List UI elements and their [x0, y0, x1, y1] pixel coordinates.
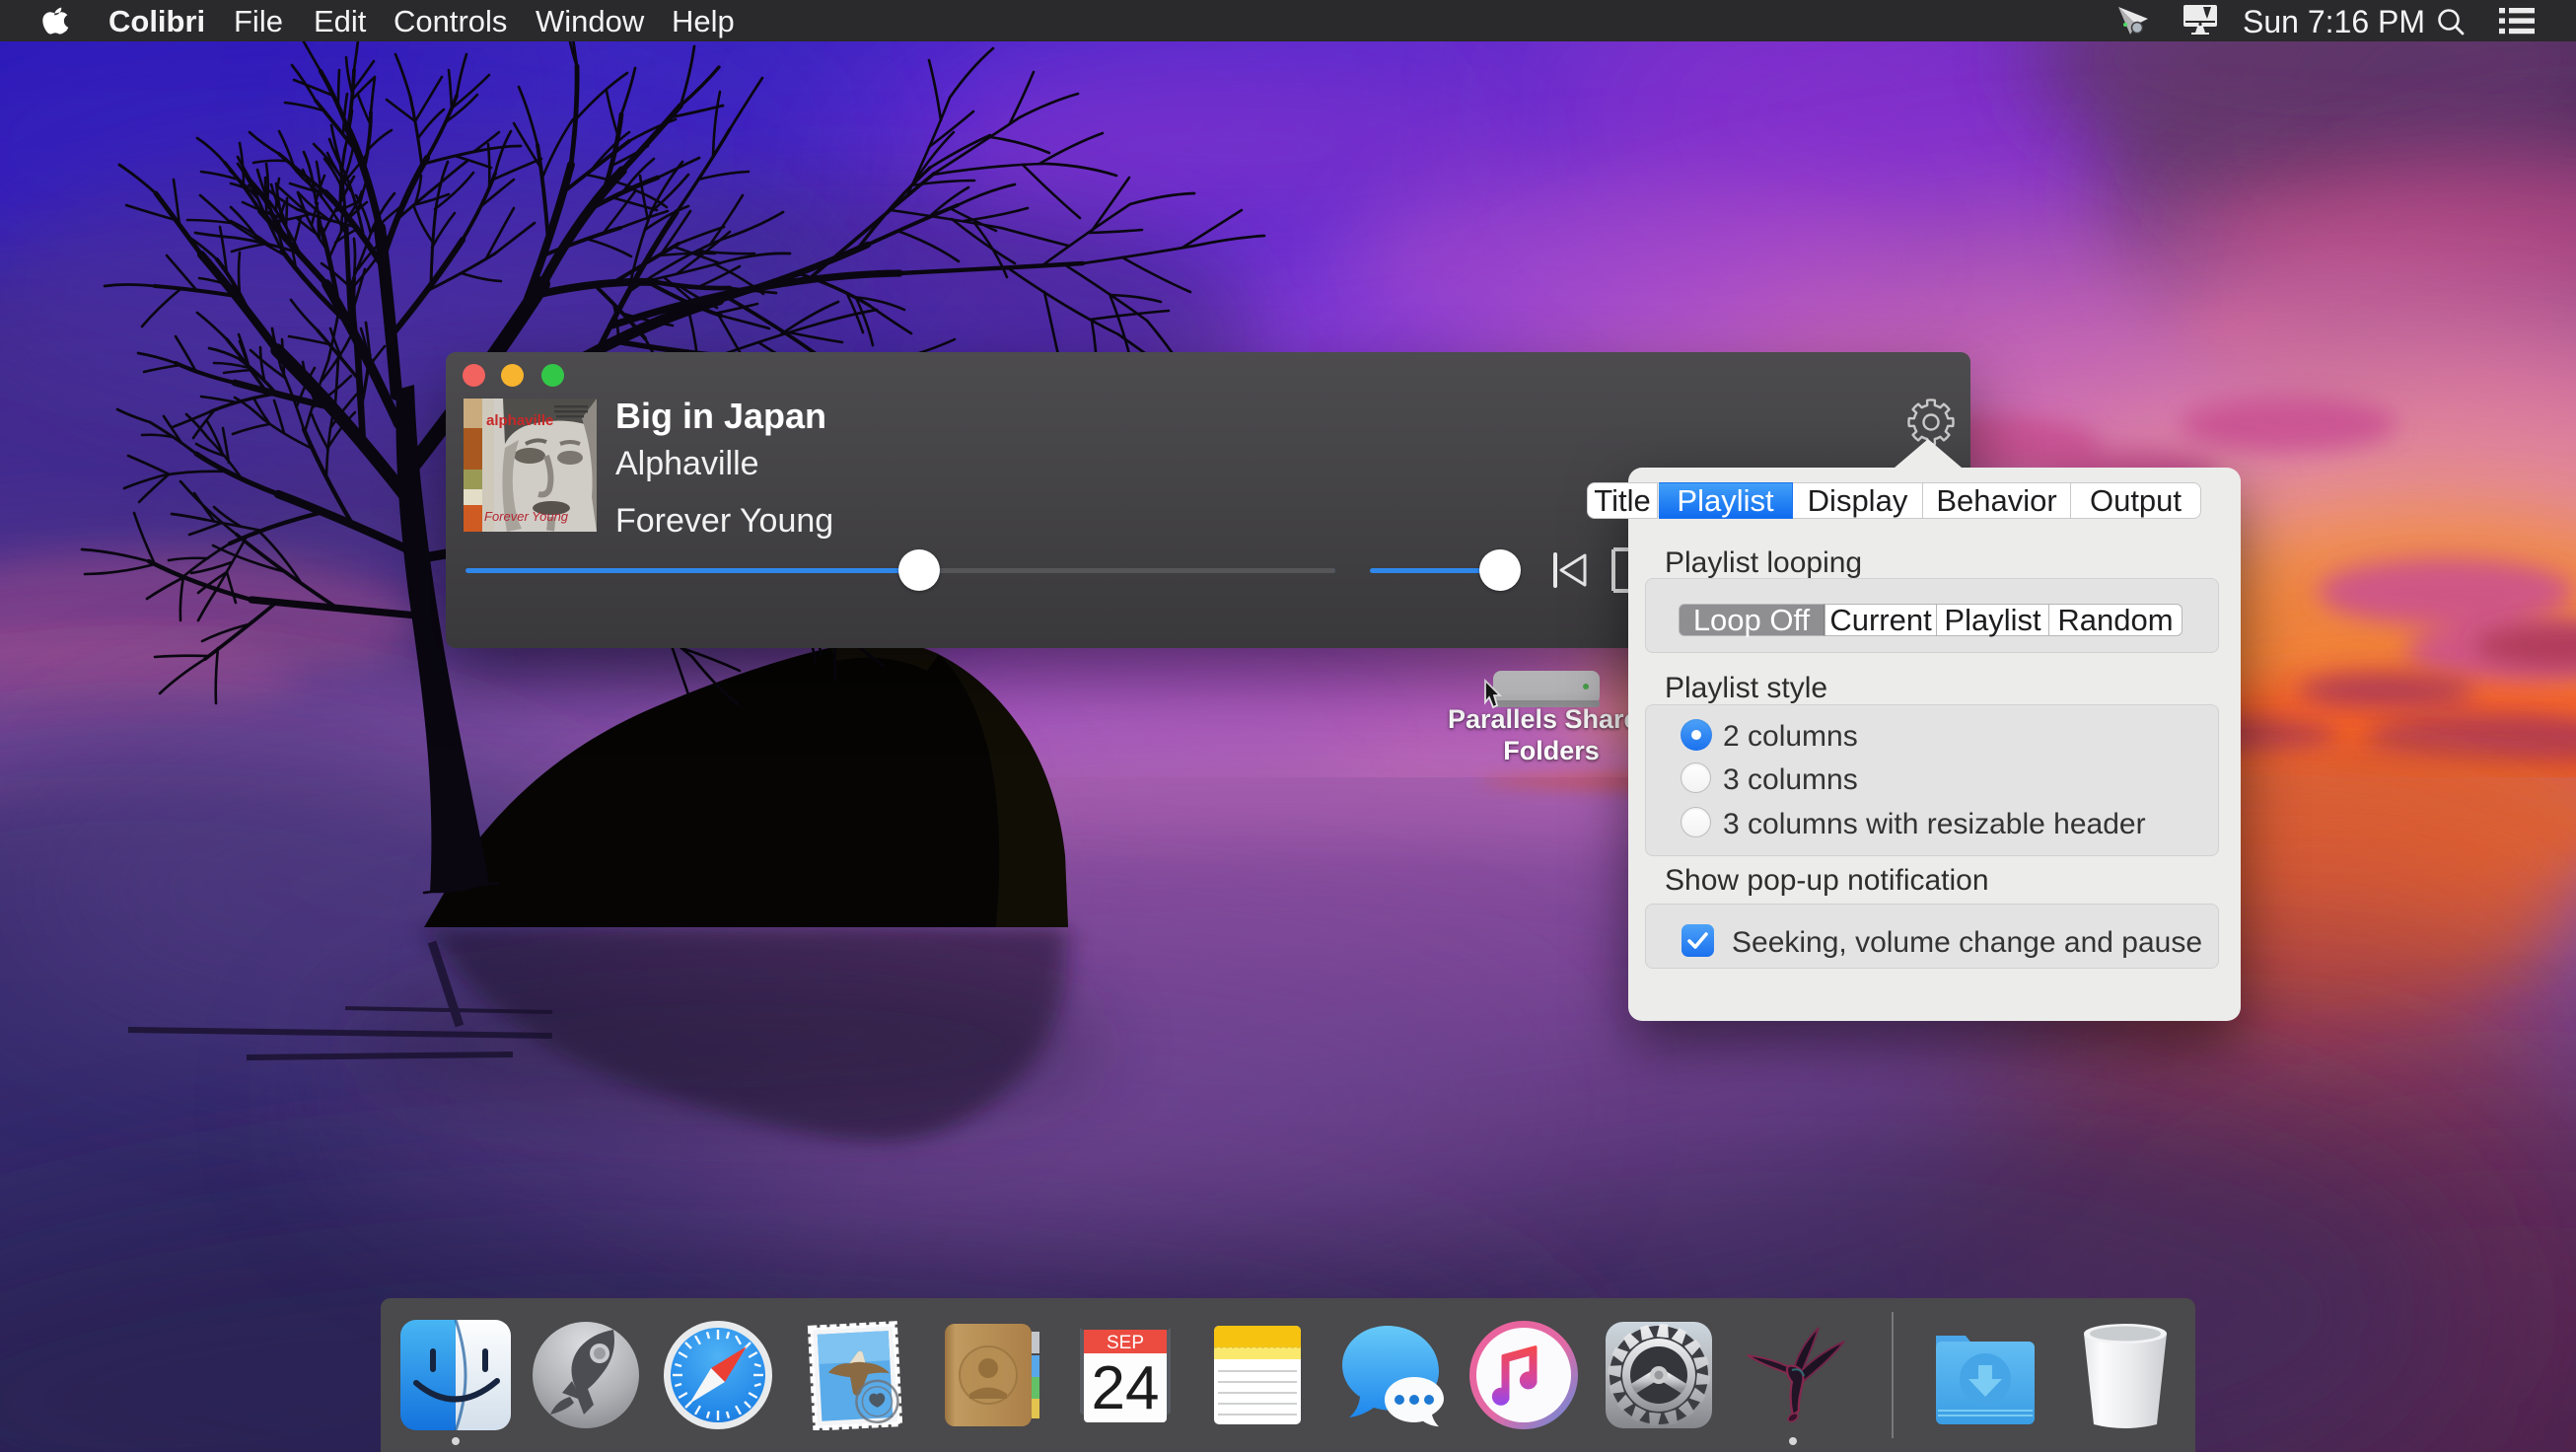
- svg-text:24: 24: [1092, 1354, 1160, 1422]
- svg-text:alphaville: alphaville: [486, 412, 553, 429]
- svg-text:Forever Young: Forever Young: [484, 509, 569, 524]
- svg-text:SEP: SEP: [1107, 1333, 1144, 1353]
